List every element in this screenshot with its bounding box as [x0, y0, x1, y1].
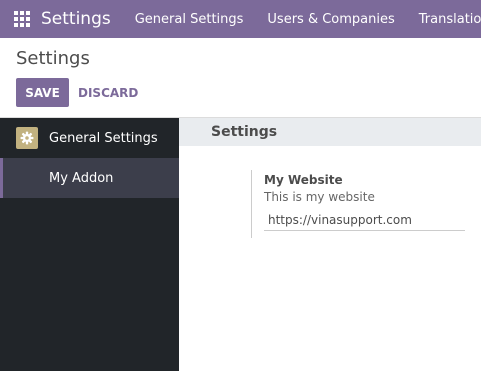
sidebar-item-label: My Addon	[49, 170, 114, 186]
section-title: Settings	[179, 118, 481, 146]
setting-my-website: My Website This is my website	[251, 170, 471, 238]
sidebar-item-label: General Settings	[49, 130, 158, 146]
sidebar-item-my-addon[interactable]: My Addon	[0, 158, 179, 198]
save-button[interactable]: SAVE	[16, 78, 69, 107]
menu-general-settings[interactable]: General Settings	[135, 12, 244, 27]
apps-grid-icon[interactable]	[14, 9, 30, 29]
app-title[interactable]: Settings	[41, 9, 111, 29]
menu-translations[interactable]: Translations	[419, 12, 481, 27]
settings-sidebar: General Settings My Addon	[0, 118, 179, 371]
breadcrumb: Settings	[16, 48, 90, 69]
setting-title: My Website	[264, 173, 343, 187]
setting-description: This is my website	[264, 190, 375, 204]
menu-users-companies[interactable]: Users & Companies	[267, 12, 394, 27]
top-navbar: Settings General Settings Users & Compan…	[0, 0, 481, 38]
settings-content: Settings My Website This is my website	[179, 118, 481, 371]
gear-icon	[16, 127, 38, 149]
sidebar-item-general-settings[interactable]: General Settings	[0, 118, 179, 158]
control-panel: Settings SAVE DISCARD	[0, 38, 481, 118]
discard-button[interactable]: DISCARD	[78, 78, 138, 107]
website-url-input[interactable]	[264, 209, 465, 231]
